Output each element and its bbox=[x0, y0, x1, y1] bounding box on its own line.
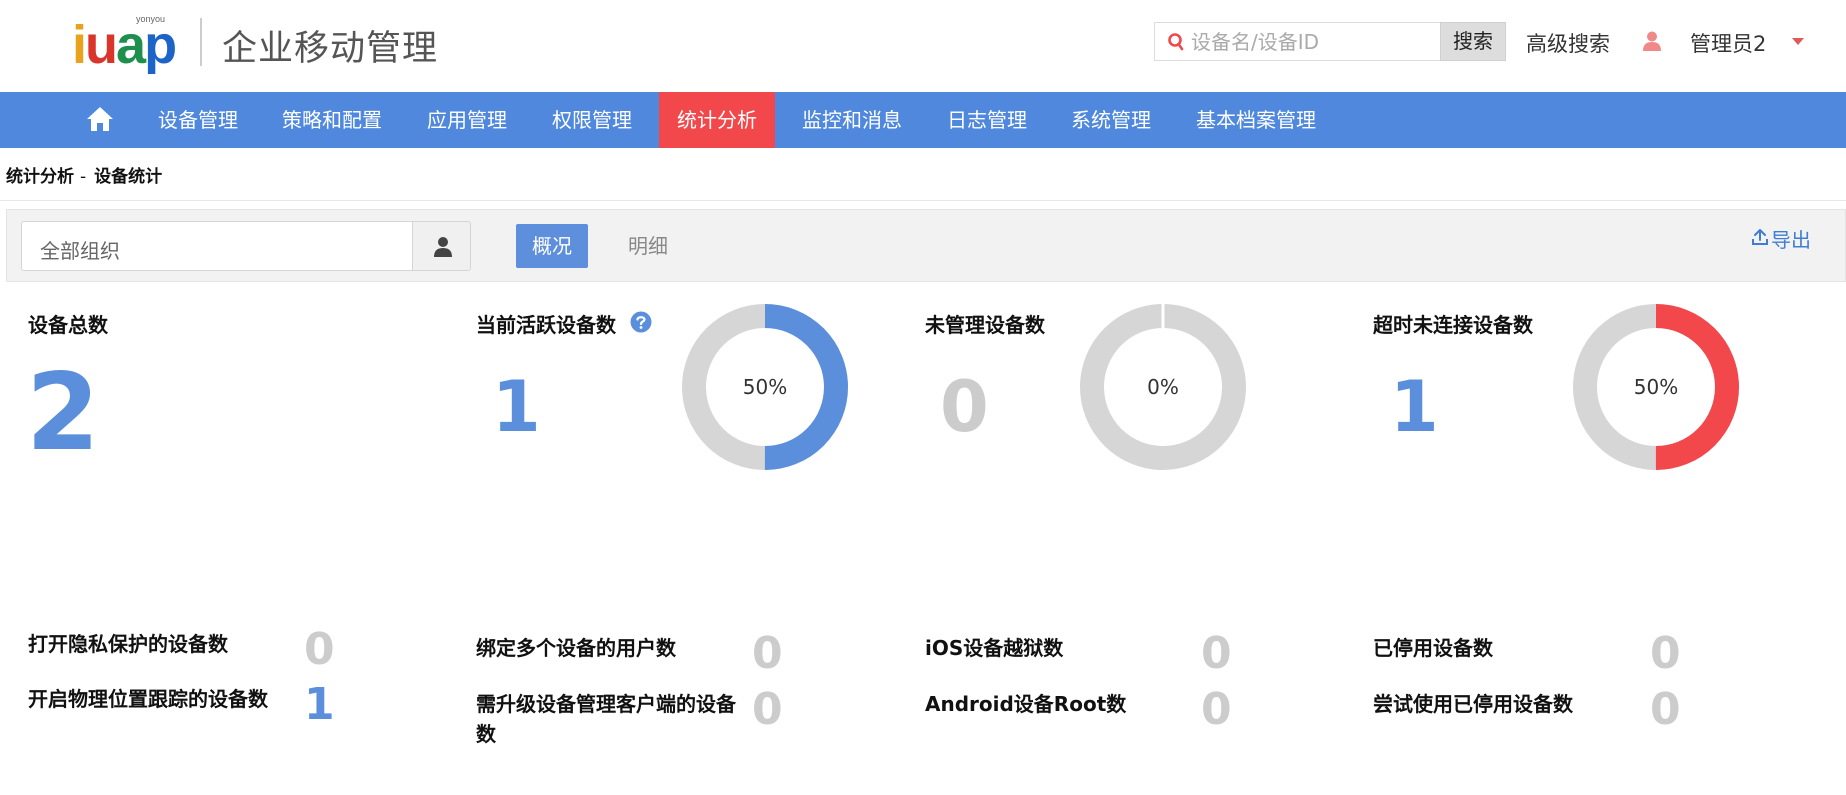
search-icon bbox=[1168, 33, 1184, 51]
total-devices-label: 设备总数 bbox=[28, 313, 108, 337]
multi-device-users-value: 0 bbox=[752, 628, 783, 679]
breadcrumb-separator: - bbox=[80, 167, 87, 187]
active-devices-label: 当前活跃设备数 bbox=[476, 313, 616, 337]
unmanaged-devices-donut: 0% bbox=[1080, 304, 1246, 470]
divider bbox=[0, 200, 1846, 201]
active-devices-percent: 50% bbox=[743, 375, 787, 399]
logo-divider bbox=[200, 18, 202, 66]
nav-item-statistics[interactable]: 统计分析 bbox=[659, 92, 775, 148]
client-upgrade-label: 需升级设备管理客户端的设备数 bbox=[476, 692, 736, 746]
privacy-protection-value: 0 bbox=[304, 624, 335, 675]
person-icon bbox=[434, 237, 452, 257]
advanced-search-link[interactable]: 高级搜索 bbox=[1526, 28, 1610, 58]
unmanaged-devices-label: 未管理设备数 bbox=[925, 313, 1045, 337]
user-icon bbox=[1643, 31, 1661, 51]
nav-item-policy-config[interactable]: 策略和配置 bbox=[264, 92, 400, 148]
home-icon[interactable] bbox=[86, 106, 114, 132]
nav-item-device-management[interactable]: 设备管理 bbox=[140, 92, 256, 148]
nav-item-permission-management[interactable]: 权限管理 bbox=[534, 92, 650, 148]
nav-item-monitoring-messages[interactable]: 监控和消息 bbox=[784, 92, 920, 148]
ios-jailbreak-label: iOS设备越狱数 bbox=[925, 636, 1064, 660]
iuap-logo[interactable]: yonyou iuap bbox=[72, 14, 182, 74]
disabled-devices-label: 已停用设备数 bbox=[1373, 636, 1493, 660]
user-name[interactable]: 管理员2 bbox=[1690, 28, 1766, 58]
caret-down-icon[interactable] bbox=[1792, 38, 1804, 45]
logo-word: iuap bbox=[72, 15, 177, 75]
timeout-devices-donut: 50% bbox=[1573, 304, 1739, 470]
breadcrumb-parent[interactable]: 统计分析 bbox=[6, 167, 74, 187]
search-input[interactable] bbox=[1191, 27, 1391, 57]
export-button[interactable]: 导出 bbox=[1751, 224, 1811, 253]
export-label: 导出 bbox=[1771, 228, 1811, 252]
multi-device-users-label: 绑定多个设备的用户数 bbox=[476, 636, 676, 660]
timeout-devices-value: 1 bbox=[1390, 366, 1439, 448]
search-box bbox=[1154, 22, 1442, 61]
breadcrumb: 统计分析 - 设备统计 bbox=[6, 162, 162, 187]
nav-item-log-management[interactable]: 日志管理 bbox=[929, 92, 1045, 148]
timeout-devices-percent: 50% bbox=[1634, 375, 1678, 399]
nav-item-system-management[interactable]: 系统管理 bbox=[1053, 92, 1169, 148]
app-title: 企业移动管理 bbox=[222, 29, 439, 69]
search-button[interactable]: 搜索 bbox=[1440, 22, 1506, 61]
org-picker-button[interactable] bbox=[412, 221, 471, 271]
android-root-label: Android设备Root数 bbox=[925, 692, 1127, 716]
tab-detail[interactable]: 明细 bbox=[617, 224, 679, 268]
client-upgrade-value: 0 bbox=[752, 684, 783, 735]
main-nav: 设备管理 策略和配置 应用管理 权限管理 统计分析 监控和消息 日志管理 系统管… bbox=[0, 92, 1846, 148]
breadcrumb-current: 设备统计 bbox=[94, 167, 163, 187]
org-select-value: 全部组织 bbox=[40, 239, 120, 263]
disabled-attempts-value: 0 bbox=[1650, 684, 1681, 735]
timeout-devices-label: 超时未连接设备数 bbox=[1373, 313, 1533, 337]
location-tracking-label: 开启物理位置跟踪的设备数 bbox=[28, 687, 268, 711]
app-header: yonyou iuap 企业移动管理 搜索 高级搜索 管理员2 bbox=[0, 0, 1846, 92]
unmanaged-devices-value: 0 bbox=[940, 366, 989, 448]
privacy-protection-label: 打开隐私保护的设备数 bbox=[28, 632, 228, 656]
active-devices-donut: 50% bbox=[682, 304, 848, 470]
upload-icon bbox=[1752, 229, 1768, 245]
android-root-value: 0 bbox=[1201, 684, 1232, 735]
ios-jailbreak-value: 0 bbox=[1201, 628, 1232, 679]
disabled-devices-value: 0 bbox=[1650, 628, 1681, 679]
org-select-field[interactable]: 全部组织 bbox=[21, 221, 414, 271]
nav-item-app-management[interactable]: 应用管理 bbox=[409, 92, 525, 148]
active-devices-value: 1 bbox=[492, 366, 541, 448]
total-devices-value: 2 bbox=[26, 351, 100, 474]
filter-toolbar: 全部组织 概况 明细 导出 bbox=[6, 209, 1846, 282]
nav-item-basic-archive[interactable]: 基本档案管理 bbox=[1178, 92, 1334, 148]
unmanaged-devices-percent: 0% bbox=[1147, 375, 1179, 399]
tab-overview[interactable]: 概况 bbox=[516, 224, 588, 268]
location-tracking-value: 1 bbox=[304, 679, 335, 730]
help-icon[interactable] bbox=[630, 311, 652, 333]
disabled-attempts-label: 尝试使用已停用设备数 bbox=[1373, 692, 1573, 716]
